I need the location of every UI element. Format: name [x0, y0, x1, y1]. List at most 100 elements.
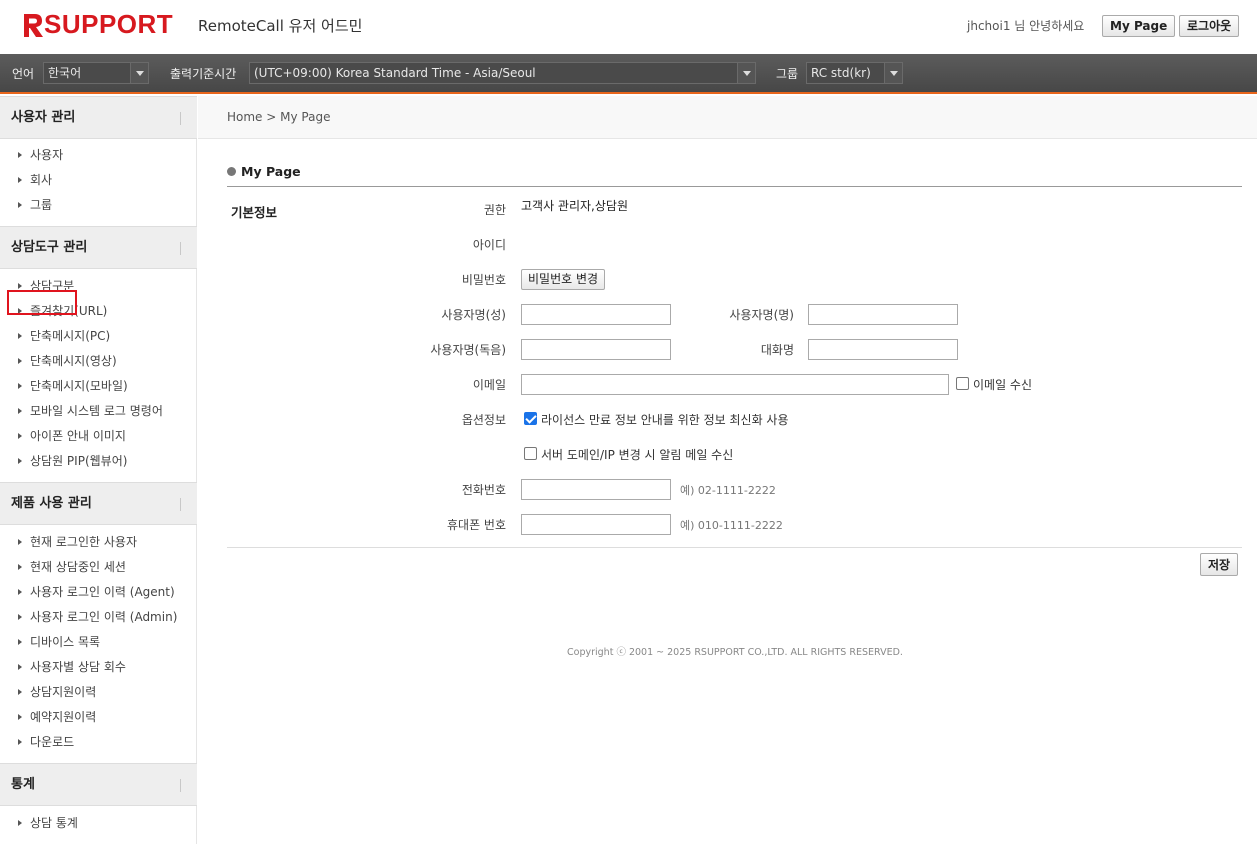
- breadcrumb-separator: >: [266, 110, 277, 124]
- group-select[interactable]: RC std(kr): [806, 62, 903, 84]
- sidebar-section-title: 제품 사용 관리: [11, 496, 92, 511]
- sidebar-item-active-sessions[interactable]: 현재 상담중인 세션: [18, 558, 126, 576]
- filter-bar: 언어 한국어 출력기준시간 (UTC+09:00) Korea Standard…: [0, 54, 1257, 94]
- sidebar-item-sessions-per-user[interactable]: 사용자별 상담 회수: [18, 658, 126, 676]
- bullet-icon: [18, 458, 22, 464]
- sidebar-item-download[interactable]: 다운로드: [18, 733, 74, 751]
- divider: [180, 242, 181, 255]
- firstname-input[interactable]: [808, 304, 958, 325]
- sidebar-item-label: 현재 로그인한 사용자: [30, 535, 137, 549]
- sidebar-item-group[interactable]: 그룹: [18, 196, 52, 214]
- breadcrumb-current: My Page: [280, 110, 331, 124]
- bullet-icon: [18, 539, 22, 545]
- change-password-button[interactable]: 비밀번호 변경: [521, 269, 606, 290]
- mypage-button[interactable]: My Page: [1102, 15, 1176, 37]
- sidebar-item-support-history[interactable]: 상담지원이력: [18, 683, 96, 701]
- bullet-icon: [18, 614, 22, 620]
- sidebar-item-label: 사용자 로그인 이력 (Admin): [30, 610, 178, 624]
- bullet-icon: [18, 820, 22, 826]
- timezone-label: 출력기준시간: [170, 67, 237, 81]
- divider: [180, 779, 181, 792]
- nickname-input[interactable]: [808, 339, 958, 360]
- language-select[interactable]: 한국어: [43, 62, 149, 84]
- sidebar-item-label: 사용자별 상담 회수: [30, 660, 126, 674]
- bullet-icon: [18, 714, 22, 720]
- sidebar-item-login-history-admin[interactable]: 사용자 로그인 이력 (Admin): [18, 608, 177, 626]
- basic-info-label: 기본정보: [231, 205, 278, 220]
- save-button[interactable]: 저장: [1200, 553, 1239, 576]
- sidebar-item-shortcut-video[interactable]: 단축메시지(영상): [18, 352, 117, 370]
- logo-r-icon: [22, 11, 43, 37]
- email-receive-checkbox[interactable]: [956, 377, 969, 390]
- rsupport-logo[interactable]: SUPPORT: [22, 9, 173, 39]
- option-server-change-mail-checkbox[interactable]: [524, 447, 537, 460]
- sidebar-item-agent-pip[interactable]: 상담원 PIP(웹뷰어): [18, 452, 127, 470]
- bullet-icon: [18, 564, 22, 570]
- lastname-label: 사용자명(성): [441, 308, 506, 322]
- sidebar-item-reservation-history[interactable]: 예약지원이력: [18, 708, 96, 726]
- logo-text: SUPPORT: [44, 9, 174, 39]
- logout-button[interactable]: 로그아웃: [1179, 15, 1240, 37]
- bullet-icon: [18, 589, 22, 595]
- sidebar-item-logged-in-users[interactable]: 현재 로그인한 사용자: [18, 533, 137, 551]
- group-label: 그룹: [776, 67, 799, 81]
- highlight-box: [7, 290, 77, 315]
- sidebar-item-shortcut-mobile[interactable]: 단축메시지(모바일): [18, 377, 128, 395]
- breadcrumb: Home > My Page: [198, 96, 1257, 139]
- sidebar-item-company[interactable]: 회사: [18, 171, 52, 189]
- sidebar-item-iphone-guide-image[interactable]: 아이폰 안내 이미지: [18, 427, 126, 445]
- sidebar-item-label: 단축메시지(모바일): [30, 379, 128, 393]
- mobile-label: 휴대폰 번호: [446, 518, 506, 532]
- options-label: 옵션정보: [461, 413, 506, 427]
- firstname-label: 사용자명(명): [729, 308, 794, 322]
- phone-label: 전화번호: [461, 483, 506, 497]
- sidebar-section-title: 사용자 관리: [11, 110, 76, 125]
- bullet-icon: [18, 152, 22, 158]
- user-greeting: jhchoi1 님 안녕하세요: [967, 19, 1085, 33]
- bullet-icon: [18, 408, 22, 414]
- sidebar-section-user-management[interactable]: 사용자 관리: [0, 96, 197, 139]
- language-label: 언어: [12, 67, 35, 81]
- group-select-value: RC std(kr): [811, 66, 871, 80]
- option-license-update-checkbox[interactable]: [524, 412, 537, 425]
- bullet-icon: [18, 664, 22, 670]
- bullet-icon: [18, 202, 22, 208]
- name-reading-input[interactable]: [521, 339, 671, 360]
- name-reading-label: 사용자명(독음): [430, 343, 506, 357]
- lastname-input[interactable]: [521, 304, 671, 325]
- divider: [227, 186, 1242, 187]
- sidebar-item-label: 사용자 로그인 이력 (Agent): [30, 585, 175, 599]
- bullet-icon: [18, 177, 22, 183]
- bullet-icon: [18, 358, 22, 364]
- sidebar-item-users[interactable]: 사용자: [18, 146, 63, 164]
- sidebar-item-label: 상담지원이력: [30, 685, 97, 699]
- page-title-text: My Page: [241, 164, 301, 179]
- sidebar-item-label: 그룹: [30, 198, 53, 212]
- sidebar-section-title: 상담도구 관리: [11, 240, 88, 255]
- sidebar-item-label: 예약지원이력: [30, 710, 97, 724]
- sidebar-section-usage-management[interactable]: 제품 사용 관리: [0, 482, 197, 525]
- sidebar-item-label: 모바일 시스템 로그 명령어: [30, 404, 163, 418]
- option-license-update-label: 라이선스 만료 정보 안내를 위한 정보 최신화 사용: [541, 413, 789, 427]
- option-server-change-mail-label: 서버 도메인/IP 변경 시 알림 메일 수신: [541, 448, 734, 462]
- sidebar-section-statistics[interactable]: 통계: [0, 763, 197, 806]
- sidebar-item-mobile-log-command[interactable]: 모바일 시스템 로그 명령어: [18, 402, 163, 420]
- sidebar-item-label: 다운로드: [30, 735, 75, 749]
- sidebar-item-device-list[interactable]: 디바이스 목록: [18, 633, 100, 651]
- sidebar-item-label: 단축메시지(PC): [30, 329, 111, 343]
- bullet-icon: [18, 283, 22, 289]
- sidebar-item-session-statistics[interactable]: 상담 통계: [18, 814, 78, 832]
- phone-input[interactable]: [521, 479, 671, 500]
- sidebar-item-label: 회사: [30, 173, 53, 187]
- mobile-input[interactable]: [521, 514, 671, 535]
- sidebar-item-shortcut-pc[interactable]: 단축메시지(PC): [18, 327, 110, 345]
- sidebar-section-title: 통계: [11, 777, 35, 792]
- nickname-label: 대화명: [760, 343, 794, 357]
- language-select-value: 한국어: [48, 66, 82, 80]
- timezone-select[interactable]: (UTC+09:00) Korea Standard Time - Asia/S…: [249, 62, 756, 84]
- breadcrumb-home[interactable]: Home: [227, 110, 262, 124]
- sidebar-item-label: 단축메시지(영상): [30, 354, 117, 368]
- sidebar-section-tool-management[interactable]: 상담도구 관리: [0, 226, 197, 269]
- sidebar-item-login-history-agent[interactable]: 사용자 로그인 이력 (Agent): [18, 583, 175, 601]
- email-input[interactable]: [521, 374, 949, 395]
